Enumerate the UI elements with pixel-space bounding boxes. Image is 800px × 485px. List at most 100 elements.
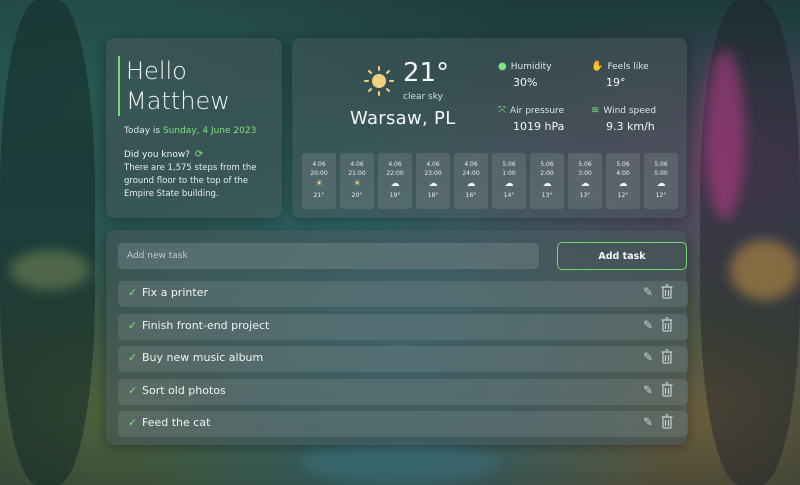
forecast-temp: 14° bbox=[503, 192, 515, 199]
forecast-time: 1:00 bbox=[502, 170, 516, 177]
cloud-icon: ☁ bbox=[428, 179, 438, 189]
cloud-icon: ☁ bbox=[466, 179, 476, 189]
humidity-label: Humidity bbox=[510, 62, 552, 72]
forecast-temp: 16° bbox=[465, 192, 477, 199]
task-label: Feed the cat bbox=[142, 416, 211, 429]
task-item[interactable]: ✓ Feed the cat ✎ bbox=[118, 411, 688, 437]
trash-icon[interactable] bbox=[661, 349, 673, 364]
trash-icon[interactable] bbox=[661, 414, 673, 429]
forecast-temp: 21° bbox=[313, 192, 325, 199]
forecast-time: 3:00 bbox=[578, 170, 592, 177]
wind-value: 9.3 km/h bbox=[606, 120, 655, 133]
tasks-panel: Add task ✓ Fix a printer ✎ ✓ Finish fron… bbox=[106, 230, 688, 445]
feels-like-value: 19° bbox=[606, 76, 626, 89]
greeting-heading: Hello Matthew bbox=[118, 56, 230, 116]
today-prefix: Today is bbox=[124, 126, 161, 136]
sun-icon bbox=[364, 66, 394, 96]
cloud-icon: ☁ bbox=[656, 179, 666, 189]
forecast-date: 5.06 bbox=[540, 161, 554, 168]
forecast-temp: 12° bbox=[617, 192, 629, 199]
forecast-temp: 20° bbox=[351, 192, 363, 199]
pressure-value: 1019 hPa bbox=[513, 120, 565, 133]
feels-like-stat: ✋ Feels like 19° bbox=[591, 61, 649, 89]
weather-panel: 21° clear sky Warsaw, PL ● Humidity 30% ✋… bbox=[292, 38, 687, 218]
task-label: Sort old photos bbox=[142, 384, 226, 397]
edit-icon[interactable]: ✎ bbox=[643, 383, 653, 397]
forecast-card: 5.06 4:00 ☁ 12° bbox=[606, 153, 640, 209]
forecast-card: 4.06 23:00 ☁ 18° bbox=[416, 153, 450, 209]
check-icon[interactable]: ✓ bbox=[128, 384, 137, 397]
edit-icon[interactable]: ✎ bbox=[643, 285, 653, 299]
forecast-time: 24:00 bbox=[462, 170, 480, 177]
check-icon[interactable]: ✓ bbox=[128, 416, 137, 429]
forecast-card: 5.06 3:00 ☁ 13° bbox=[568, 153, 602, 209]
task-item[interactable]: ✓ Finish front-end project ✎ bbox=[118, 314, 688, 340]
forecast-card: 5.06 2:00 ☁ 13° bbox=[530, 153, 564, 209]
weather-condition: clear sky bbox=[403, 92, 443, 102]
edit-icon[interactable]: ✎ bbox=[643, 350, 653, 364]
wind-stat: ≋ Wind speed 9.3 km/h bbox=[591, 105, 656, 133]
task-item[interactable]: ✓ Sort old photos ✎ bbox=[118, 379, 688, 405]
today-date: Sunday, 4 June 2023 bbox=[162, 126, 257, 136]
forecast-card: 4.06 24:00 ☁ 16° bbox=[454, 153, 488, 209]
hand-icon: ✋ bbox=[591, 61, 604, 72]
pressure-stat: ⤧ Air pressure 1019 hPa bbox=[498, 105, 564, 133]
greeting-hello: Hello bbox=[126, 57, 187, 85]
forecast-date: 4.06 bbox=[312, 161, 326, 168]
forecast-date: 4.06 bbox=[464, 161, 478, 168]
forecast-date: 4.06 bbox=[388, 161, 402, 168]
new-task-input[interactable] bbox=[118, 243, 539, 269]
task-label: Fix a printer bbox=[142, 286, 208, 299]
humidity-stat: ● Humidity 30% bbox=[498, 61, 552, 89]
forecast-date: 5.06 bbox=[578, 161, 592, 168]
forecast-card: 4.06 22:00 ☁ 19° bbox=[378, 153, 412, 209]
edit-icon[interactable]: ✎ bbox=[643, 318, 653, 332]
fact-text: There are 1,575 steps from the ground fl… bbox=[124, 163, 257, 199]
refresh-icon[interactable]: ⟳ bbox=[195, 149, 203, 160]
forecast-card: 5.06 1:00 ☁ 14° bbox=[492, 153, 526, 209]
pressure-label: Air pressure bbox=[510, 106, 565, 116]
did-you-know: Did you know? ⟳ bbox=[124, 149, 203, 160]
city-name: Warsaw, PL bbox=[350, 108, 456, 129]
task-item[interactable]: ✓ Buy new music album ✎ bbox=[118, 346, 688, 372]
forecast-temp: 19° bbox=[389, 192, 401, 199]
forecast-card: 4.06 21:00 ☀ 20° bbox=[340, 153, 374, 209]
hourly-forecast: 4.06 20:00 ☀ 21° 4.06 21:00 ☀ 20° 4.06 22:00 ☁ 19… bbox=[302, 153, 678, 209]
forecast-temp: 18° bbox=[427, 192, 439, 199]
forecast-time: 2:00 bbox=[540, 170, 554, 177]
cloud-icon: ☁ bbox=[580, 179, 590, 189]
forecast-date: 5.06 bbox=[502, 161, 516, 168]
check-icon[interactable]: ✓ bbox=[128, 286, 137, 299]
current-temperature: 21° bbox=[403, 58, 450, 88]
forecast-date: 5.06 bbox=[654, 161, 668, 168]
forecast-temp: 12° bbox=[655, 192, 667, 199]
forecast-time: 20:00 bbox=[310, 170, 328, 177]
trash-icon[interactable] bbox=[661, 382, 673, 397]
check-icon[interactable]: ✓ bbox=[128, 351, 137, 364]
forecast-time: 4:00 bbox=[616, 170, 630, 177]
task-label: Buy new music album bbox=[142, 351, 264, 364]
forecast-date: 4.06 bbox=[350, 161, 364, 168]
forecast-date: 4.06 bbox=[426, 161, 440, 168]
droplet-icon: ● bbox=[498, 61, 507, 72]
forecast-time: 21:00 bbox=[348, 170, 366, 177]
edit-icon[interactable]: ✎ bbox=[643, 415, 653, 429]
add-task-button[interactable]: Add task bbox=[557, 242, 687, 270]
today-date-line: Today is Sunday, 4 June 2023 bbox=[124, 126, 256, 136]
sun-icon: ☀ bbox=[352, 179, 362, 189]
humidity-value: 30% bbox=[513, 76, 538, 89]
wind-label: Wind speed bbox=[603, 106, 657, 116]
trash-icon[interactable] bbox=[661, 284, 673, 299]
forecast-time: 22:00 bbox=[386, 170, 404, 177]
task-item[interactable]: ✓ Fix a printer ✎ bbox=[118, 281, 688, 307]
cloud-icon: ☁ bbox=[542, 179, 552, 189]
forecast-time: 5:00 bbox=[654, 170, 668, 177]
greeting-panel: Hello Matthew Today is Sunday, 4 June 20… bbox=[106, 38, 282, 218]
pressure-icon: ⤧ bbox=[498, 105, 506, 116]
check-icon[interactable]: ✓ bbox=[128, 319, 137, 332]
forecast-time: 23:00 bbox=[424, 170, 442, 177]
sun-icon: ☀ bbox=[314, 179, 324, 189]
task-label: Finish front-end project bbox=[142, 319, 270, 332]
trash-icon[interactable] bbox=[661, 317, 673, 332]
forecast-card: 5.06 5:00 ☁ 12° bbox=[644, 153, 678, 209]
